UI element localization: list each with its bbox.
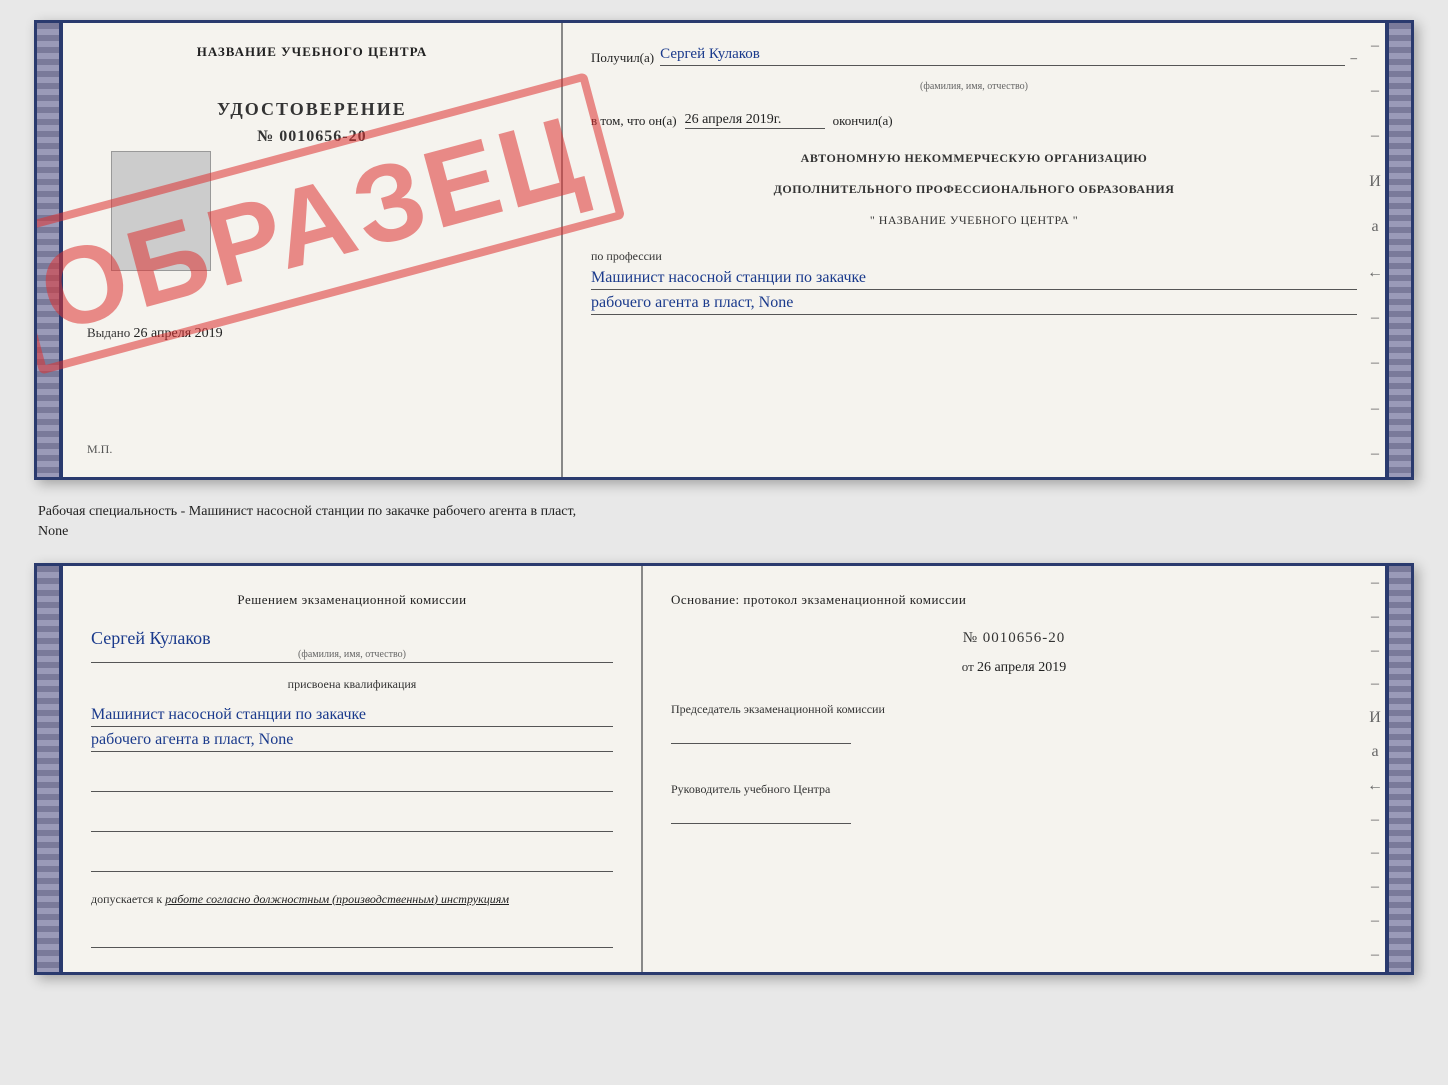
middle-text-block: Рабочая специальность - Машинист насосно… [34, 496, 1414, 547]
cert-left-panel: НАЗВАНИЕ УЧЕБНОГО ЦЕНТРА УДОСТОВЕРЕНИЕ №… [63, 23, 563, 477]
org-line1: АВТОНОМНУЮ НЕКОММЕРЧЕСКУЮ ОРГАНИЗАЦИЮ [591, 149, 1357, 168]
org-line2: ДОПОЛНИТЕЛЬНОГО ПРОФЕССИОНАЛЬНОГО ОБРАЗО… [591, 180, 1357, 199]
qualification-block: Машинист насосной станции по закачке раб… [91, 702, 613, 752]
side-dashes-bottom: – – – – И а ← – – – – – [1365, 566, 1385, 972]
chairman-label: Председатель экзаменационной комиссии [671, 702, 885, 716]
top-document: НАЗВАНИЕ УЧЕБНОГО ЦЕНТРА УДОСТОВЕРЕНИЕ №… [34, 20, 1414, 480]
date-prefix: от [962, 659, 974, 674]
date-value: 26 апреля 2019г. [685, 112, 825, 129]
blank-line-3 [91, 848, 613, 872]
cert-school-name: НАЗВАНИЕ УЧЕБНОГО ЦЕНТРА [87, 43, 537, 61]
bottom-person-name: Сергей Кулаков [91, 628, 613, 649]
received-label: Получил(а) [591, 50, 654, 66]
admission-block: допускается к работе согласно должностны… [91, 890, 613, 908]
mp-label: М.П. [87, 442, 537, 457]
blank-line-1 [91, 768, 613, 792]
binding-right-top [1389, 23, 1411, 477]
cert-issued-block: Выдано 26 апреля 2019 [87, 325, 537, 342]
middle-text-line1: Рабочая специальность - Машинист насосно… [38, 502, 1410, 522]
chairman-block: Председатель экзаменационной комиссии [671, 700, 1357, 744]
bottom-left-panel: Решением экзаменационной комиссии Сергей… [63, 566, 643, 972]
protocol-date: от 26 апреля 2019 [671, 659, 1357, 676]
head-label: Руководитель учебного Центра [671, 782, 830, 796]
head-signature-line [671, 804, 851, 824]
name-sublabel-top: (фамилия, имя, отчество) [920, 81, 1028, 92]
issued-label: Выдано [87, 325, 130, 340]
binding-right-bottom [1389, 566, 1411, 972]
decision-title: Решением экзаменационной комиссии [91, 590, 613, 610]
bottom-name-field: Сергей Кулаков (фамилия, имя, отчество) [91, 628, 613, 663]
cert-photo [111, 151, 211, 271]
side-dashes-top: – – – И а ← – – – – [1365, 23, 1385, 477]
profession-label: по профессии [591, 249, 662, 263]
org-line3: " НАЗВАНИЕ УЧЕБНОГО ЦЕНТРА " [591, 211, 1357, 230]
protocol-date-value: 26 апреля 2019 [977, 660, 1066, 675]
blank-line-2 [91, 808, 613, 832]
issued-date: 26 апреля 2019 [134, 326, 223, 341]
cert-number: № 0010656-20 [257, 128, 366, 146]
admission-label: допускается к [91, 892, 162, 906]
protocol-number: № 0010656-20 [671, 630, 1357, 647]
bottom-name-sublabel: (фамилия, имя, отчество) [91, 649, 613, 660]
assigned-label: присвоена квалификация [91, 677, 613, 692]
admission-value: работе согласно должностным (производств… [165, 892, 509, 906]
blank-line-4 [91, 924, 613, 948]
chairman-signature-line [671, 724, 851, 744]
basis-label: Основание: протокол экзаменационной коми… [671, 590, 1357, 610]
profession-block: по профессии Машинист насосной станции п… [591, 247, 1357, 315]
qualification-line2: рабочего агента в пласт, None [91, 731, 613, 752]
profession-line1: Машинист насосной станции по закачке [591, 269, 1357, 290]
bottom-document: Решением экзаменационной комиссии Сергей… [34, 563, 1414, 975]
finished-label: окончил(а) [833, 113, 893, 129]
head-block: Руководитель учебного Центра [671, 780, 1357, 824]
profession-line2: рабочего агента в пласт, None [591, 294, 1357, 315]
binding-left-bottom [37, 566, 59, 972]
middle-text-line2: None [38, 522, 1410, 542]
received-name: Сергей Кулаков [660, 46, 760, 62]
qualification-line1: Машинист насосной станции по закачке [91, 706, 613, 727]
cert-right-panel: Получил(а) Сергей Кулаков – (фамилия, им… [563, 23, 1385, 477]
date-label: в том, что он(а) [591, 113, 677, 129]
cert-label: УДОСТОВЕРЕНИЕ [217, 99, 407, 120]
bottom-right-panel: Основание: протокол экзаменационной коми… [643, 566, 1385, 972]
binding-left-top [37, 23, 59, 477]
